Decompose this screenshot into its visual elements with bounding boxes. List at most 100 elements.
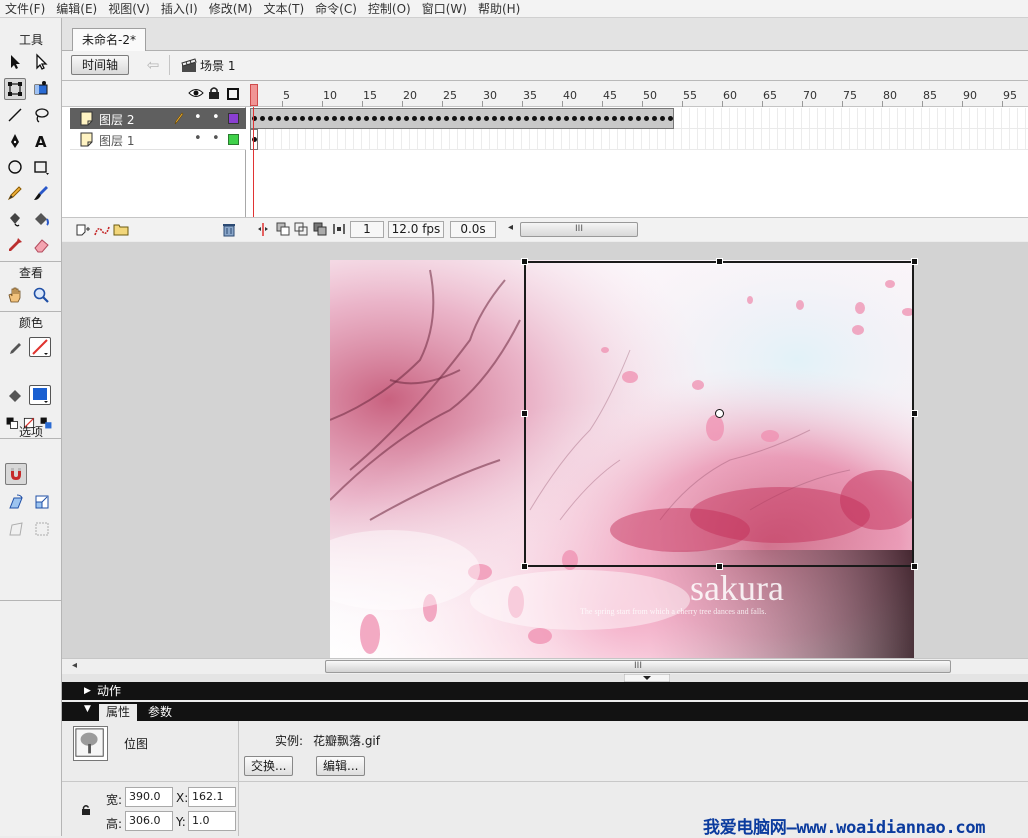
keyframe-dot[interactable]	[268, 116, 273, 121]
frame-ruler[interactable]: 15101520253035404550556065707580859095	[246, 81, 1028, 107]
frame-row-layer-1[interactable]	[250, 129, 1028, 150]
timeline-scroll-thumb[interactable]: III	[520, 222, 638, 237]
lock-dot[interactable]: •	[212, 110, 220, 125]
keyframe-dot[interactable]	[324, 116, 329, 121]
menu-file[interactable]: 文件(F)	[0, 0, 51, 17]
keyframe-dot[interactable]	[292, 116, 297, 121]
insert-folder-icon[interactable]	[113, 222, 129, 236]
keyframe-dot[interactable]	[380, 116, 385, 121]
trash-icon[interactable]	[222, 222, 236, 237]
scroll-left-arrow-icon[interactable]: ◂	[72, 660, 77, 671]
keyframe-dot[interactable]	[468, 116, 473, 121]
menu-modify[interactable]: 修改(M)	[204, 0, 259, 17]
lock-icon[interactable]	[208, 86, 220, 100]
eyedropper-tool[interactable]	[4, 234, 26, 256]
outline-toggle-icon[interactable]	[227, 88, 239, 100]
fill-color-swatch[interactable]	[29, 385, 51, 405]
scale-button[interactable]	[31, 491, 53, 513]
keyframe-dot[interactable]	[420, 116, 425, 121]
free-transform-tool[interactable]	[4, 78, 26, 100]
keyframe-dot[interactable]	[460, 116, 465, 121]
keyframe-dot[interactable]	[508, 116, 513, 121]
keyframe-dot[interactable]	[580, 116, 585, 121]
edit-button[interactable]: 编辑...	[316, 756, 366, 776]
stroke-color-swatch[interactable]	[29, 337, 51, 357]
layer-row-2[interactable]: 图层 2 • •	[70, 108, 246, 129]
transform-center-point[interactable]	[715, 409, 724, 418]
width-field[interactable]: 390.0	[125, 787, 173, 807]
visibility-dot[interactable]: •	[194, 131, 202, 146]
keyframe-dot[interactable]	[492, 116, 497, 121]
modify-onion-markers-icon[interactable]	[332, 222, 346, 236]
transform-handle-bottom-right[interactable]	[911, 563, 918, 570]
keyframe-dot[interactable]	[516, 116, 521, 121]
tab-parameters[interactable]: 参数	[141, 704, 179, 721]
keyframe-dot[interactable]	[524, 116, 529, 121]
hand-tool[interactable]	[4, 284, 26, 306]
stage-scroll-thumb[interactable]: III	[325, 660, 951, 673]
keyframe-dot[interactable]	[484, 116, 489, 121]
insert-layer-icon[interactable]	[75, 223, 91, 237]
keyframe-dot[interactable]	[332, 116, 337, 121]
text-tool[interactable]: A	[30, 130, 52, 152]
snap-to-objects-button[interactable]	[5, 463, 27, 485]
lock-dot[interactable]: •	[212, 131, 220, 146]
keyframe-dot[interactable]	[260, 116, 265, 121]
keyframe-dot[interactable]	[532, 116, 537, 121]
transform-handle-top-left[interactable]	[521, 258, 528, 265]
transform-handle-left[interactable]	[521, 410, 528, 417]
eye-icon[interactable]	[188, 87, 204, 99]
scene-label[interactable]: 场景 1	[200, 57, 235, 74]
back-arrow-icon[interactable]: ⇦	[142, 55, 164, 75]
current-frame-field[interactable]: 1	[350, 221, 384, 238]
subselection-tool[interactable]	[30, 51, 52, 73]
keyframe-dot[interactable]	[540, 116, 545, 121]
keyframe-dot[interactable]	[308, 116, 313, 121]
envelope-button[interactable]	[31, 518, 53, 540]
rotate-skew-button[interactable]	[5, 491, 27, 513]
x-field[interactable]: 162.1	[188, 787, 236, 807]
document-tab[interactable]: 未命名-2*	[72, 28, 146, 51]
brush-tool[interactable]	[30, 182, 52, 204]
keyframe-dot[interactable]	[404, 116, 409, 121]
playhead[interactable]	[250, 84, 258, 106]
menu-view[interactable]: 视图(V)	[103, 0, 156, 17]
tab-properties[interactable]: 属性	[99, 704, 138, 721]
keyframe-dot[interactable]	[348, 116, 353, 121]
distort-button[interactable]	[5, 518, 27, 540]
line-tool[interactable]	[4, 104, 26, 126]
keyframe-dot[interactable]	[500, 116, 505, 121]
keyframe-dot[interactable]	[612, 116, 617, 121]
lasso-tool[interactable]	[30, 104, 52, 126]
frame-rate-field[interactable]: 12.0 fps	[388, 221, 444, 238]
keyframe-dot[interactable]	[548, 116, 553, 121]
menu-help[interactable]: 帮助(H)	[473, 0, 526, 17]
paint-bucket-tool[interactable]	[30, 208, 52, 230]
y-field[interactable]: 1.0	[188, 811, 236, 831]
transform-handle-bottom-left[interactable]	[521, 563, 528, 570]
keyframe-dot[interactable]	[316, 116, 321, 121]
keyframe-dot[interactable]	[652, 116, 657, 121]
keyframe-dot[interactable]	[388, 116, 393, 121]
keyframe-dot[interactable]	[476, 116, 481, 121]
menu-commands[interactable]: 命令(C)	[310, 0, 363, 17]
selection-tool[interactable]	[4, 51, 26, 73]
keyframe-dot[interactable]	[564, 116, 569, 121]
keyframe-dot[interactable]	[284, 116, 289, 121]
keyframe-dot[interactable]	[660, 116, 665, 121]
transform-handle-top[interactable]	[716, 258, 723, 265]
keyframe-dot[interactable]	[340, 116, 345, 121]
frame-span[interactable]	[250, 108, 674, 129]
transform-handle-top-right[interactable]	[911, 258, 918, 265]
keyframe-dot[interactable]	[668, 116, 673, 121]
keyframe-dot[interactable]	[556, 116, 561, 121]
keyframe-dot[interactable]	[444, 116, 449, 121]
center-frame-icon[interactable]	[256, 222, 270, 237]
oval-tool[interactable]	[4, 156, 26, 178]
frame-grid[interactable]	[250, 108, 1028, 150]
ink-bottle-tool[interactable]	[4, 208, 26, 230]
keyframe-dot[interactable]	[428, 116, 433, 121]
edit-multiple-frames-icon[interactable]	[313, 222, 327, 236]
constrain-lock-icon[interactable]	[81, 804, 91, 816]
menu-text[interactable]: 文本(T)	[258, 0, 310, 17]
